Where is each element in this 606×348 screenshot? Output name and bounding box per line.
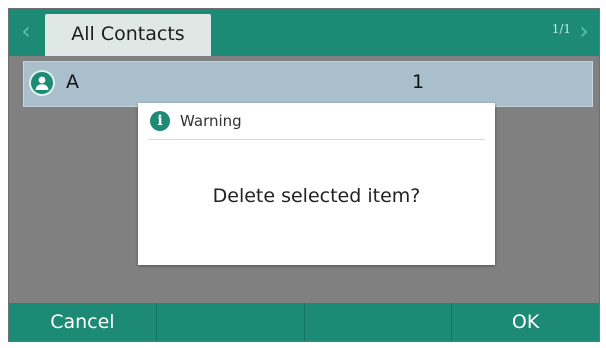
dialog-header: i Warning <box>148 103 485 140</box>
cancel-softkey[interactable]: Cancel <box>9 303 157 341</box>
ok-softkey[interactable]: OK <box>452 303 599 341</box>
tab-all-contacts[interactable]: All Contacts <box>45 14 211 56</box>
warning-dialog: i Warning Delete selected item? <box>138 103 495 265</box>
softkey-3[interactable] <box>305 303 453 341</box>
softkey-2[interactable] <box>157 303 305 341</box>
info-icon: i <box>150 111 170 131</box>
contact-avatar-icon <box>29 70 55 96</box>
contact-row-selected[interactable]: A 1 <box>23 61 593 107</box>
chevron-right-icon[interactable]: › <box>575 17 593 45</box>
dialog-title: Warning <box>180 112 242 130</box>
contact-number: 1 <box>412 71 425 93</box>
softkey-bar: Cancel OK <box>9 303 599 341</box>
phone-screen: ‹ All Contacts 1/1 › A 1 i Warning Delet… <box>8 8 600 342</box>
dialog-message: Delete selected item? <box>212 185 421 207</box>
chevron-left-icon[interactable]: ‹ <box>17 17 35 45</box>
contact-name: A <box>66 71 79 93</box>
title-bar: ‹ All Contacts 1/1 › <box>9 9 599 56</box>
page-counter: 1/1 <box>551 22 571 36</box>
